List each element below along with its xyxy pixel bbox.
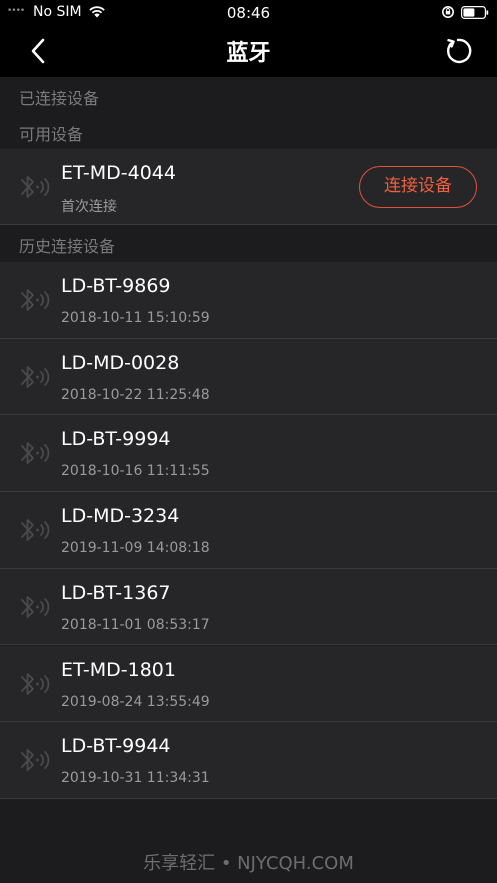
- bluetooth-icon: [21, 519, 50, 541]
- last-connected-time: 2019-10-31 11:34:31: [61, 770, 210, 787]
- bluetooth-icon: [21, 672, 50, 695]
- last-connected-time: 2018-11-01 08:53:17: [61, 616, 210, 633]
- section-title-history: 历史连接设备: [19, 237, 116, 256]
- history-device-row[interactable]: LD-MD-3234 2019-11-09 14:08:18: [0, 492, 497, 569]
- available-device-row[interactable]: ET-MD-4044 首次连接 连接设备: [0, 149, 497, 225]
- history-device-row[interactable]: ET-MD-1801 2019-08-24 13:55:49: [0, 645, 497, 723]
- last-connected-time: 2019-11-09 14:08:18: [61, 540, 210, 557]
- orientation-lock-icon: [442, 6, 454, 18]
- history-device-row[interactable]: LD-BT-9994 2018-10-16 11:11:55: [0, 415, 497, 493]
- device-name: ET-MD-4044: [61, 162, 176, 184]
- bluetooth-icon: [21, 176, 50, 198]
- section-header-available: 可用设备: [0, 113, 497, 149]
- section-header-connected: 已连接设备: [0, 77, 497, 113]
- device-name: LD-BT-9869: [61, 275, 171, 297]
- status-time: 08:46: [226, 4, 271, 22]
- device-name: LD-BT-9944: [61, 735, 171, 758]
- device-status: 首次连接: [61, 199, 117, 215]
- device-name: LD-BT-9994: [61, 428, 171, 451]
- refresh-icon[interactable]: [443, 36, 473, 66]
- battery-icon: [461, 6, 489, 19]
- last-connected-time: 2018-10-22 11:25:48: [61, 386, 210, 403]
- status-bar: •••• No SIM 08:46: [0, 0, 497, 26]
- device-name: ET-MD-1801: [61, 658, 176, 681]
- connect-device-button[interactable]: 连接设备: [359, 166, 477, 208]
- section-title-available: 可用设备: [19, 125, 84, 144]
- last-connected-time: 2018-10-11 15:10:59: [61, 310, 210, 326]
- section-title-connected: 已连接设备: [19, 89, 100, 108]
- bluetooth-icon: [21, 365, 50, 388]
- last-connected-time: 2018-10-16 11:11:55: [61, 463, 210, 480]
- history-device-row[interactable]: LD-BT-1367 2018-11-01 08:53:17: [0, 568, 497, 646]
- navigation-bar: 蓝牙: [0, 26, 497, 77]
- bluetooth-icon: [21, 442, 50, 465]
- history-device-row[interactable]: LD-MD-0028 2018-10-22 11:25:48: [0, 338, 497, 416]
- history-device-row[interactable]: LD-BT-9944 2019-10-31 11:34:31: [0, 722, 497, 799]
- section-header-history: 历史连接设备: [0, 225, 497, 261]
- device-name: LD-MD-3234: [61, 505, 180, 528]
- bluetooth-icon: [21, 595, 50, 618]
- page-title: 蓝牙: [226, 41, 271, 66]
- bluetooth-icon: [21, 289, 50, 311]
- device-name: LD-BT-1367: [61, 581, 171, 604]
- device-name: LD-MD-0028: [61, 351, 180, 374]
- history-device-row[interactable]: LD-BT-9869 2018-10-11 15:10:59: [0, 262, 497, 339]
- watermark-text: 乐享轻汇 • NJYCQH.COM: [143, 853, 354, 874]
- top-bar: •••• No SIM 08:46 蓝牙: [0, 0, 497, 77]
- last-connected-time: 2019-08-24 13:55:49: [61, 693, 210, 710]
- bluetooth-icon: [21, 749, 50, 772]
